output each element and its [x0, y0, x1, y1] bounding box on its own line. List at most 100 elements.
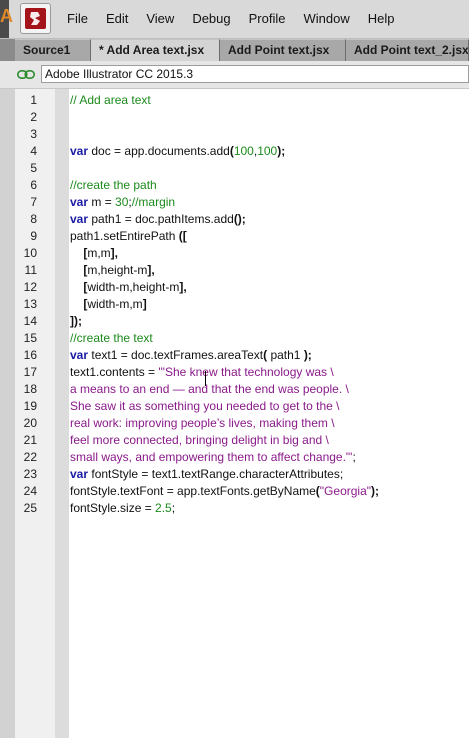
line-number: 15	[23, 331, 37, 345]
code-token: 100	[257, 144, 278, 158]
line-number: 21	[23, 433, 37, 447]
link-icon[interactable]	[17, 70, 35, 79]
line-number: 6	[30, 178, 37, 192]
code-line: 2	[0, 109, 469, 126]
code-line-text[interactable]: // Add area text	[70, 92, 151, 109]
code-line-text[interactable]: [m,m],	[70, 245, 118, 262]
code-line: 8 var path1 = doc.pathItems.add();	[0, 211, 469, 228]
code-line: 14]);	[0, 313, 469, 330]
code-line: 19 She saw it as something you needed to …	[0, 398, 469, 415]
line-number: 12	[23, 280, 37, 294]
code-token: ]	[142, 297, 147, 311]
code-token: //create the path	[70, 178, 157, 192]
line-number: 20	[23, 416, 37, 430]
line-number: 25	[23, 501, 37, 515]
code-token: path1.setEntirePath	[70, 229, 179, 243]
line-number: 13	[23, 297, 37, 311]
code-token: ;	[352, 450, 356, 464]
code-line: 5	[0, 160, 469, 177]
line-number: 17	[23, 365, 37, 379]
tab-source1[interactable]: Source1	[15, 39, 91, 61]
code-line-text[interactable]: [m,height-m],	[70, 262, 155, 279]
code-line-text[interactable]: [width-m,m]	[70, 296, 147, 313]
code-line-text[interactable]: [width-m,height-m],	[70, 279, 187, 296]
code-line: 1 // Add area text	[0, 92, 469, 109]
code-token: real work: improving people’s lives, mak…	[70, 416, 335, 430]
code-token: doc = app.documents.add	[88, 144, 230, 158]
code-token: var	[70, 348, 89, 362]
code-token: text1.contents =	[70, 365, 159, 379]
target-bar: Adobe Illustrator CC 2015.3	[0, 61, 469, 89]
menu-window[interactable]: Window	[303, 11, 349, 26]
code-line-text[interactable]: fontStyle.size = 2.5;	[70, 500, 175, 517]
code-line-text[interactable]: var m = 30;//margin	[70, 194, 175, 211]
code-line: 9 path1.setEntirePath ([	[0, 228, 469, 245]
code-line-text[interactable]: var text1 = doc.textFrames.areaText( pat…	[70, 347, 312, 364]
code-line: 3	[0, 126, 469, 143]
menu-help[interactable]: Help	[368, 11, 395, 26]
code-line-text[interactable]: She saw it as something you needed to ge…	[70, 398, 340, 415]
menu-bar: A File Edit View Debug Profile Window He…	[0, 0, 469, 39]
menu-file[interactable]: File	[67, 11, 88, 26]
menu-profile[interactable]: Profile	[249, 11, 286, 26]
code-line: 25 fontStyle.size = 2.5;	[0, 500, 469, 517]
code-line-text[interactable]: fontStyle.textFont = app.textFonts.getBy…	[70, 483, 379, 500]
code-token: m,m	[87, 246, 111, 260]
menu-debug[interactable]: Debug	[192, 11, 230, 26]
code-line-text[interactable]: var doc = app.documents.add(100,100);	[70, 143, 285, 160]
code-token: //create the text	[70, 331, 153, 345]
code-token: ]);	[70, 314, 82, 328]
code-line-text[interactable]: var path1 = doc.pathItems.add();	[70, 211, 246, 228]
line-number: 19	[23, 399, 37, 413]
code-line-text[interactable]: //create the path	[70, 177, 157, 194]
line-number: 2	[30, 110, 37, 124]
code-token: ],	[179, 280, 187, 294]
menu-view[interactable]: View	[146, 11, 174, 26]
code-line-text[interactable]: path1.setEntirePath ([	[70, 228, 187, 245]
code-line: 12 [width-m,height-m],	[0, 279, 469, 296]
code-line: 7 var m = 30;//margin	[0, 194, 469, 211]
tab-add-point-text-2[interactable]: Add Point text_2.jsx	[346, 39, 469, 61]
code-token: width-m,height-m	[87, 280, 180, 294]
code-line-text[interactable]: small ways, and empowering them to affec…	[70, 449, 356, 466]
code-editor[interactable]: 1// Add area text 2 3 4 var doc = app.docume…	[0, 89, 469, 738]
code-token: path1 = doc.pathItems.add	[88, 212, 234, 226]
code-token: );	[371, 484, 380, 498]
code-line-text[interactable]: ]);	[70, 313, 82, 330]
code-token: She saw it as something you needed to ge…	[70, 399, 340, 413]
code-token: "Georgia"	[319, 484, 372, 498]
code-token: 2.5	[155, 501, 172, 515]
code-line-text[interactable]: a means to an end — and that the end was…	[70, 381, 349, 398]
code-token: 30	[115, 195, 129, 209]
code-line-text[interactable]: text1.contents = '"She knew that technol…	[70, 364, 334, 381]
code-token: 100	[233, 144, 254, 158]
code-token: '"She knew that technology was \	[158, 365, 334, 379]
extendscript-toolkit-logo-icon[interactable]	[20, 3, 51, 34]
tab-add-area-text[interactable]: * Add Area text.jsx	[91, 39, 220, 61]
code-line: 23 var fontStyle = text1.textRange.charac…	[0, 466, 469, 483]
code-token: ;	[171, 501, 176, 515]
code-token: );	[277, 144, 286, 158]
code-token: var	[70, 144, 89, 158]
code-line: 4 var doc = app.documents.add(100,100);	[0, 143, 469, 160]
background-app-window-edge: A	[0, 0, 13, 38]
code-line: 21 feel more connected, bringing delight …	[0, 432, 469, 449]
line-number: 24	[23, 484, 37, 498]
code-line-text[interactable]: var fontStyle = text1.textRange.characte…	[70, 466, 343, 483]
menu-edit[interactable]: Edit	[106, 11, 128, 26]
code-line-text[interactable]: feel more connected, bringing delight in…	[70, 432, 329, 449]
code-line: 18 a means to an end — and that the end w…	[0, 381, 469, 398]
target-application-select[interactable]: Adobe Illustrator CC 2015.3	[41, 65, 469, 83]
tab-add-point-text[interactable]: Add Point text.jsx	[220, 39, 346, 61]
code-token: ();	[233, 212, 246, 226]
code-line-text[interactable]: //create the text	[70, 330, 153, 347]
code-line-text[interactable]: real work: improving people’s lives, mak…	[70, 415, 335, 432]
line-number: 18	[23, 382, 37, 396]
code-token: ],	[147, 263, 155, 277]
code-token: );	[303, 348, 312, 362]
code-token: // Add area text	[70, 93, 151, 107]
